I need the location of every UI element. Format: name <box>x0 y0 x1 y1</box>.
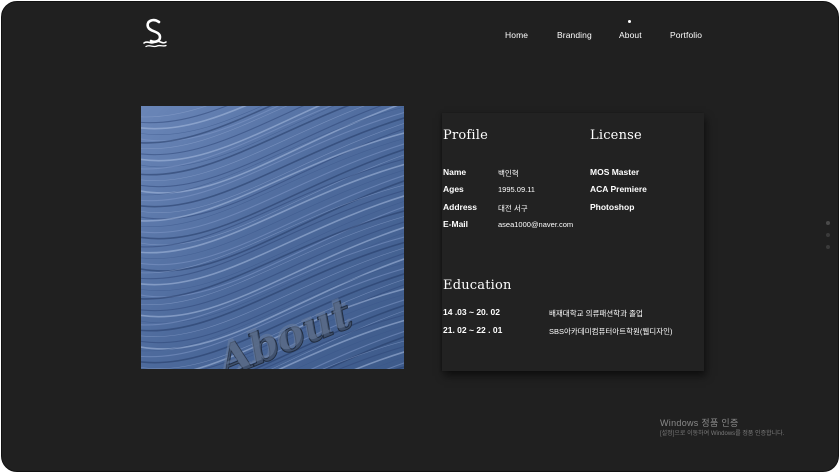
license-item: MOS Master <box>590 167 640 177</box>
ages-label: Ages <box>443 184 464 194</box>
nav-portfolio[interactable]: Portfolio <box>670 30 702 40</box>
address-label: Address <box>443 202 478 212</box>
license-title: License <box>590 128 642 143</box>
nav-branding[interactable]: Branding <box>557 30 592 40</box>
profile-card: Profile License Name 백인혁 Ages 1995.09.11… <box>442 113 704 371</box>
education-detail: SBS아카데미컴퓨터아트학원(웹디자인) <box>549 327 673 336</box>
nav-home[interactable]: Home <box>505 30 528 40</box>
about-hero-image: About About <box>141 106 404 369</box>
license-item: ACA Premiere <box>590 184 647 194</box>
email-value[interactable]: asea1000@naver.com <box>498 220 573 229</box>
education-detail: 배재대학교 의류패션학과 졸업 <box>549 309 643 318</box>
logo-icon[interactable] <box>141 17 169 49</box>
education-title: Education <box>443 278 512 293</box>
pager-dot[interactable] <box>826 233 830 237</box>
nav-about[interactable]: About <box>619 30 642 40</box>
name-value: 백인혁 <box>498 169 519 178</box>
nav-active-indicator <box>628 20 631 23</box>
windows-activation-subtitle: [설정]으로 이동하여 Windows를 정품 인증합니다. <box>660 431 785 437</box>
page-frame: Home Branding About Portfolio About Abou… <box>1 1 839 472</box>
name-label: Name <box>443 167 467 177</box>
pager-dot[interactable] <box>826 221 830 225</box>
education-period: 21. 02 ~ 22 . 01 <box>443 325 503 335</box>
email-label: E-Mail <box>443 219 469 229</box>
license-item: Photoshop <box>590 202 635 212</box>
profile-title: Profile <box>443 128 489 143</box>
ages-value: 1995.09.11 <box>498 185 535 194</box>
pager-dot[interactable] <box>826 245 830 249</box>
address-value: 대전 서구 <box>498 204 528 213</box>
education-period: 14 .03 ~ 20. 02 <box>443 307 500 317</box>
